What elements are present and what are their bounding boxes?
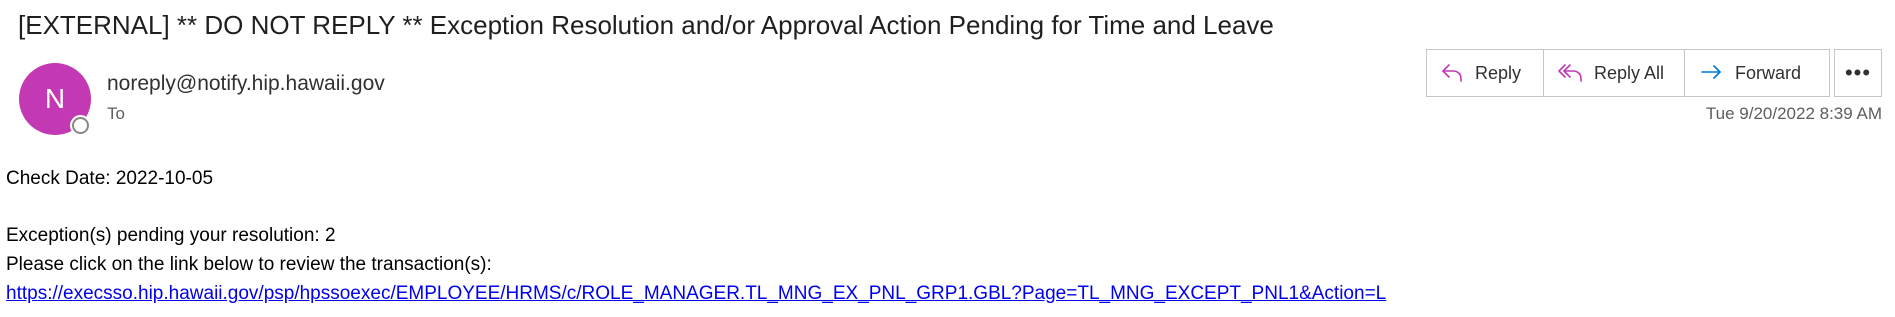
instruction-line: Please click on the link below to review… — [6, 254, 492, 275]
avatar-initial: N — [44, 83, 66, 114]
email-subject: [EXTERNAL] ** DO NOT REPLY ** Exception … — [18, 10, 1274, 40]
message-action-bar: Reply Reply All Forward — [1426, 49, 1830, 97]
transaction-link[interactable]: https://execsso.hip.hawaii.gov/psp/hpsso… — [6, 283, 1386, 304]
sender-address[interactable]: noreply@notify.hip.hawaii.gov — [107, 72, 385, 96]
presence-status-icon — [72, 117, 89, 134]
reply-all-label: Reply All — [1594, 62, 1665, 83]
more-actions-button[interactable]: ••• — [1834, 49, 1882, 97]
exceptions-count-line: Exception(s) pending your resolution: 2 — [6, 225, 336, 246]
email-reading-pane: [EXTERNAL] ** DO NOT REPLY ** Exception … — [0, 0, 1895, 317]
recipient-to-label[interactable]: To — [107, 104, 125, 124]
forward-icon — [1699, 63, 1723, 83]
forward-button[interactable]: Forward — [1685, 50, 1829, 96]
reply-button[interactable]: Reply — [1427, 50, 1544, 96]
more-icon: ••• — [1844, 60, 1872, 85]
reply-all-button[interactable]: Reply All — [1544, 50, 1685, 96]
email-body: Check Date: 2022-10-05 Exception(s) pend… — [6, 164, 1386, 308]
reply-icon — [1441, 63, 1463, 83]
reply-label: Reply — [1475, 62, 1522, 83]
forward-label: Forward — [1735, 62, 1802, 83]
received-timestamp: Tue 9/20/2022 8:39 AM — [1705, 104, 1882, 123]
check-date-line: Check Date: 2022-10-05 — [6, 168, 214, 189]
reply-all-icon — [1558, 63, 1582, 83]
